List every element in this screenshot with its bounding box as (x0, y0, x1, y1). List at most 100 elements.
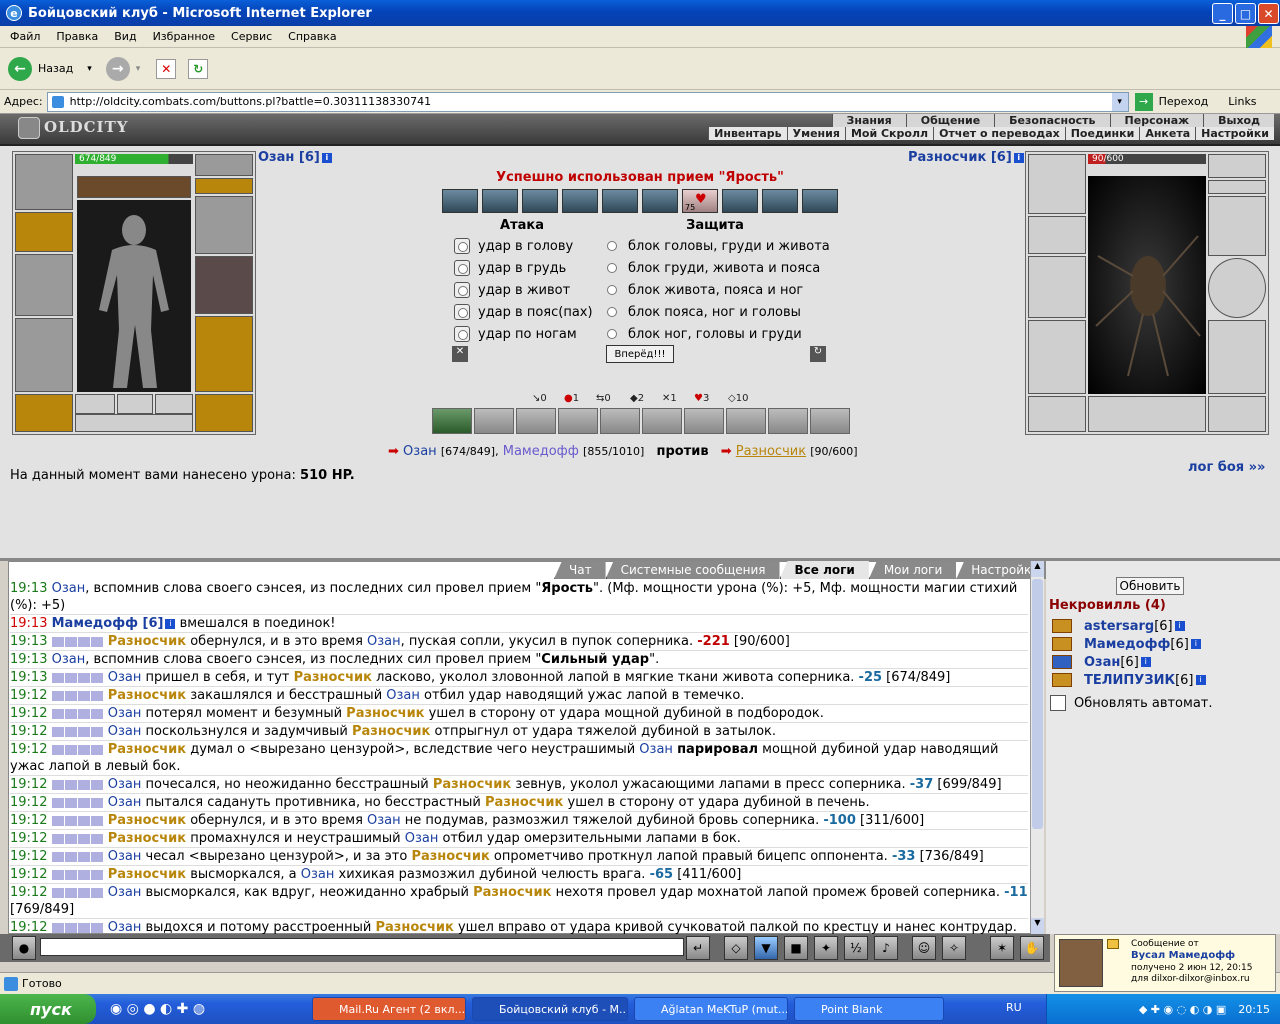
room-user-3[interactable]: Озан [6] i (1052, 653, 1151, 671)
user-info-icon[interactable]: i (1174, 621, 1185, 631)
attack-head-radio[interactable] (454, 238, 470, 254)
chat-timestamp[interactable]: 19:12 (10, 688, 47, 703)
private-message-icon[interactable] (1052, 637, 1072, 651)
earrings-slot[interactable] (195, 154, 253, 176)
room-user-4[interactable]: ТЕЛИПУЗИК [6] i (1052, 671, 1206, 689)
skill-icon-1[interactable] (432, 408, 472, 434)
trick-icon-8[interactable] (722, 189, 758, 213)
tab-chat[interactable]: Чат (554, 561, 606, 579)
attack-stomach-option[interactable]: удар в живот (454, 279, 570, 301)
skill-icon-3[interactable] (516, 408, 556, 434)
nav-communication[interactable]: Общение (905, 114, 995, 127)
chat-timestamp[interactable]: 19:12 (10, 813, 47, 828)
rings-slot[interactable] (77, 176, 191, 198)
close-button[interactable]: ✕ (1258, 3, 1279, 24)
weapon-slot[interactable] (15, 254, 73, 316)
message-notification[interactable]: Сообщение от Вусал Мамедофф получено 2 и… (1054, 934, 1276, 992)
player-info-icon[interactable]: i (321, 152, 332, 163)
menu-view[interactable]: Вид (114, 30, 136, 43)
skill-icon-10[interactable] (810, 408, 850, 434)
chat-scrollbar[interactable]: ▲ ▼ (1030, 561, 1044, 934)
task-mailru-agent[interactable]: Mail.Ru Агент (2 вкл... (312, 997, 466, 1021)
scroll-up-icon[interactable]: ▲ (1031, 561, 1044, 577)
nav-my-scroll[interactable]: Мой Скролл (844, 127, 934, 140)
user-info-icon[interactable]: i (1140, 657, 1151, 667)
clear-icon[interactable]: ◇ (724, 936, 748, 960)
links-button[interactable]: Links (1228, 95, 1256, 108)
refresh-icon[interactable]: ↻ (188, 58, 209, 79)
chat-timestamp[interactable]: 19:12 (10, 849, 47, 864)
chat-timestamp[interactable]: 19:12 (10, 831, 47, 846)
chat-timestamp[interactable]: 19:12 (10, 724, 47, 739)
task-combats-browser[interactable]: Бойцовский клуб - M... (472, 997, 628, 1021)
walk-icon[interactable]: ✦ (814, 936, 838, 960)
chat-timestamp[interactable]: 19:12 (10, 742, 47, 757)
nav-skills[interactable]: Умения (786, 127, 845, 140)
auto-shield-icon[interactable]: ↻ (810, 346, 826, 362)
forward-dropdown-icon[interactable]: ▾ (136, 64, 141, 74)
team2-player-raznoschik[interactable]: Разносчик (736, 444, 806, 459)
helmet-slot[interactable] (15, 154, 73, 210)
skill-icon-5[interactable] (600, 408, 640, 434)
attack-legs-option[interactable]: удар по ногам (454, 323, 577, 345)
trick-icon-2[interactable] (482, 189, 518, 213)
attack-head-option[interactable]: удар в голову (454, 235, 573, 257)
nav-exit[interactable]: Выход (1203, 114, 1274, 127)
save-icon[interactable]: ■ (784, 936, 808, 960)
chat-timestamp[interactable]: 19:13 (10, 670, 47, 685)
menu-file[interactable]: Файл (10, 30, 40, 43)
menu-tools[interactable]: Сервис (231, 30, 272, 43)
user-name[interactable]: astersarg (1084, 619, 1154, 634)
private-message-icon[interactable] (1052, 673, 1072, 687)
defense-option-5[interactable]: блок ног, головы и груди (604, 323, 802, 345)
armor-slot[interactable] (15, 318, 73, 392)
sound-icon[interactable]: ♪ (874, 936, 898, 960)
tab-my-logs[interactable]: Мои логи (868, 561, 957, 579)
trick-icon-6[interactable] (642, 189, 678, 213)
start-button[interactable]: пуск (0, 994, 96, 1024)
scroll-down-icon[interactable]: ▼ (1031, 918, 1044, 934)
trick-icon-4[interactable] (562, 189, 598, 213)
user-info-icon[interactable]: i (1195, 675, 1206, 685)
user-info-icon[interactable]: i (1190, 639, 1201, 649)
defense-option-2[interactable]: блок груди, живота и пояса (604, 257, 820, 279)
trick-icon-1[interactable] (442, 189, 478, 213)
fraction-icon[interactable]: ½ (844, 936, 868, 960)
player-avatar[interactable] (77, 200, 191, 392)
nav-character[interactable]: Персонаж (1109, 114, 1204, 127)
address-dropdown-icon[interactable]: ▾ (1111, 92, 1128, 111)
minimize-button[interactable]: _ (1212, 3, 1233, 24)
skill-icon-6[interactable] (642, 408, 682, 434)
trick-icon-10[interactable] (802, 189, 838, 213)
back-dropdown-icon[interactable]: ▾ (87, 64, 92, 74)
belt-slot[interactable] (15, 394, 73, 432)
potion-slot-1[interactable] (75, 394, 115, 414)
send-icon[interactable]: ↵ (686, 936, 710, 960)
maximize-button[interactable]: □ (1235, 3, 1256, 24)
attack-chest-radio[interactable] (454, 260, 470, 276)
defense-radio-4[interactable] (604, 304, 620, 320)
team1-player-mamedoff[interactable]: Мамедофф (503, 444, 579, 459)
user-name[interactable]: Озан (1084, 655, 1120, 670)
enemy-name-label[interactable]: Разносчик [6] i (908, 150, 1024, 165)
trick-heart-icon[interactable]: 75 ♥ (682, 189, 718, 213)
chat-timestamp[interactable]: 19:13 (10, 634, 47, 649)
tray-icons[interactable]: ◆ ✚ ◉ ◌ ◐ ◑ ▣ (1139, 1003, 1226, 1016)
nav-transfer-report[interactable]: Отчет о переводах (933, 127, 1065, 140)
quicklaunch-icons[interactable]: ◉ ◎ ● ◐ ✚ ◍ (110, 1001, 205, 1017)
potion-slot-2[interactable] (155, 394, 193, 414)
go-arrow-icon[interactable]: → (1134, 92, 1153, 111)
chat-input[interactable] (40, 938, 684, 956)
boots-slot[interactable] (195, 394, 253, 432)
room-user-1[interactable]: astersarg [6] i (1052, 617, 1185, 635)
settings-icon[interactable]: ✧ (942, 936, 966, 960)
stop-icon[interactable]: ✕ (156, 58, 177, 79)
skill-icon-9[interactable] (768, 408, 808, 434)
notification-sender[interactable]: Вусал Мамедофф (1131, 950, 1235, 961)
nav-battles[interactable]: Поединки (1064, 127, 1140, 140)
go-button[interactable]: Переход (1159, 95, 1209, 108)
skill-icon-4[interactable] (558, 408, 598, 434)
gloves-slot[interactable] (195, 196, 253, 254)
attack-waist-option[interactable]: удар в пояс(пах) (454, 301, 593, 323)
empty-slot-1[interactable] (117, 394, 153, 414)
